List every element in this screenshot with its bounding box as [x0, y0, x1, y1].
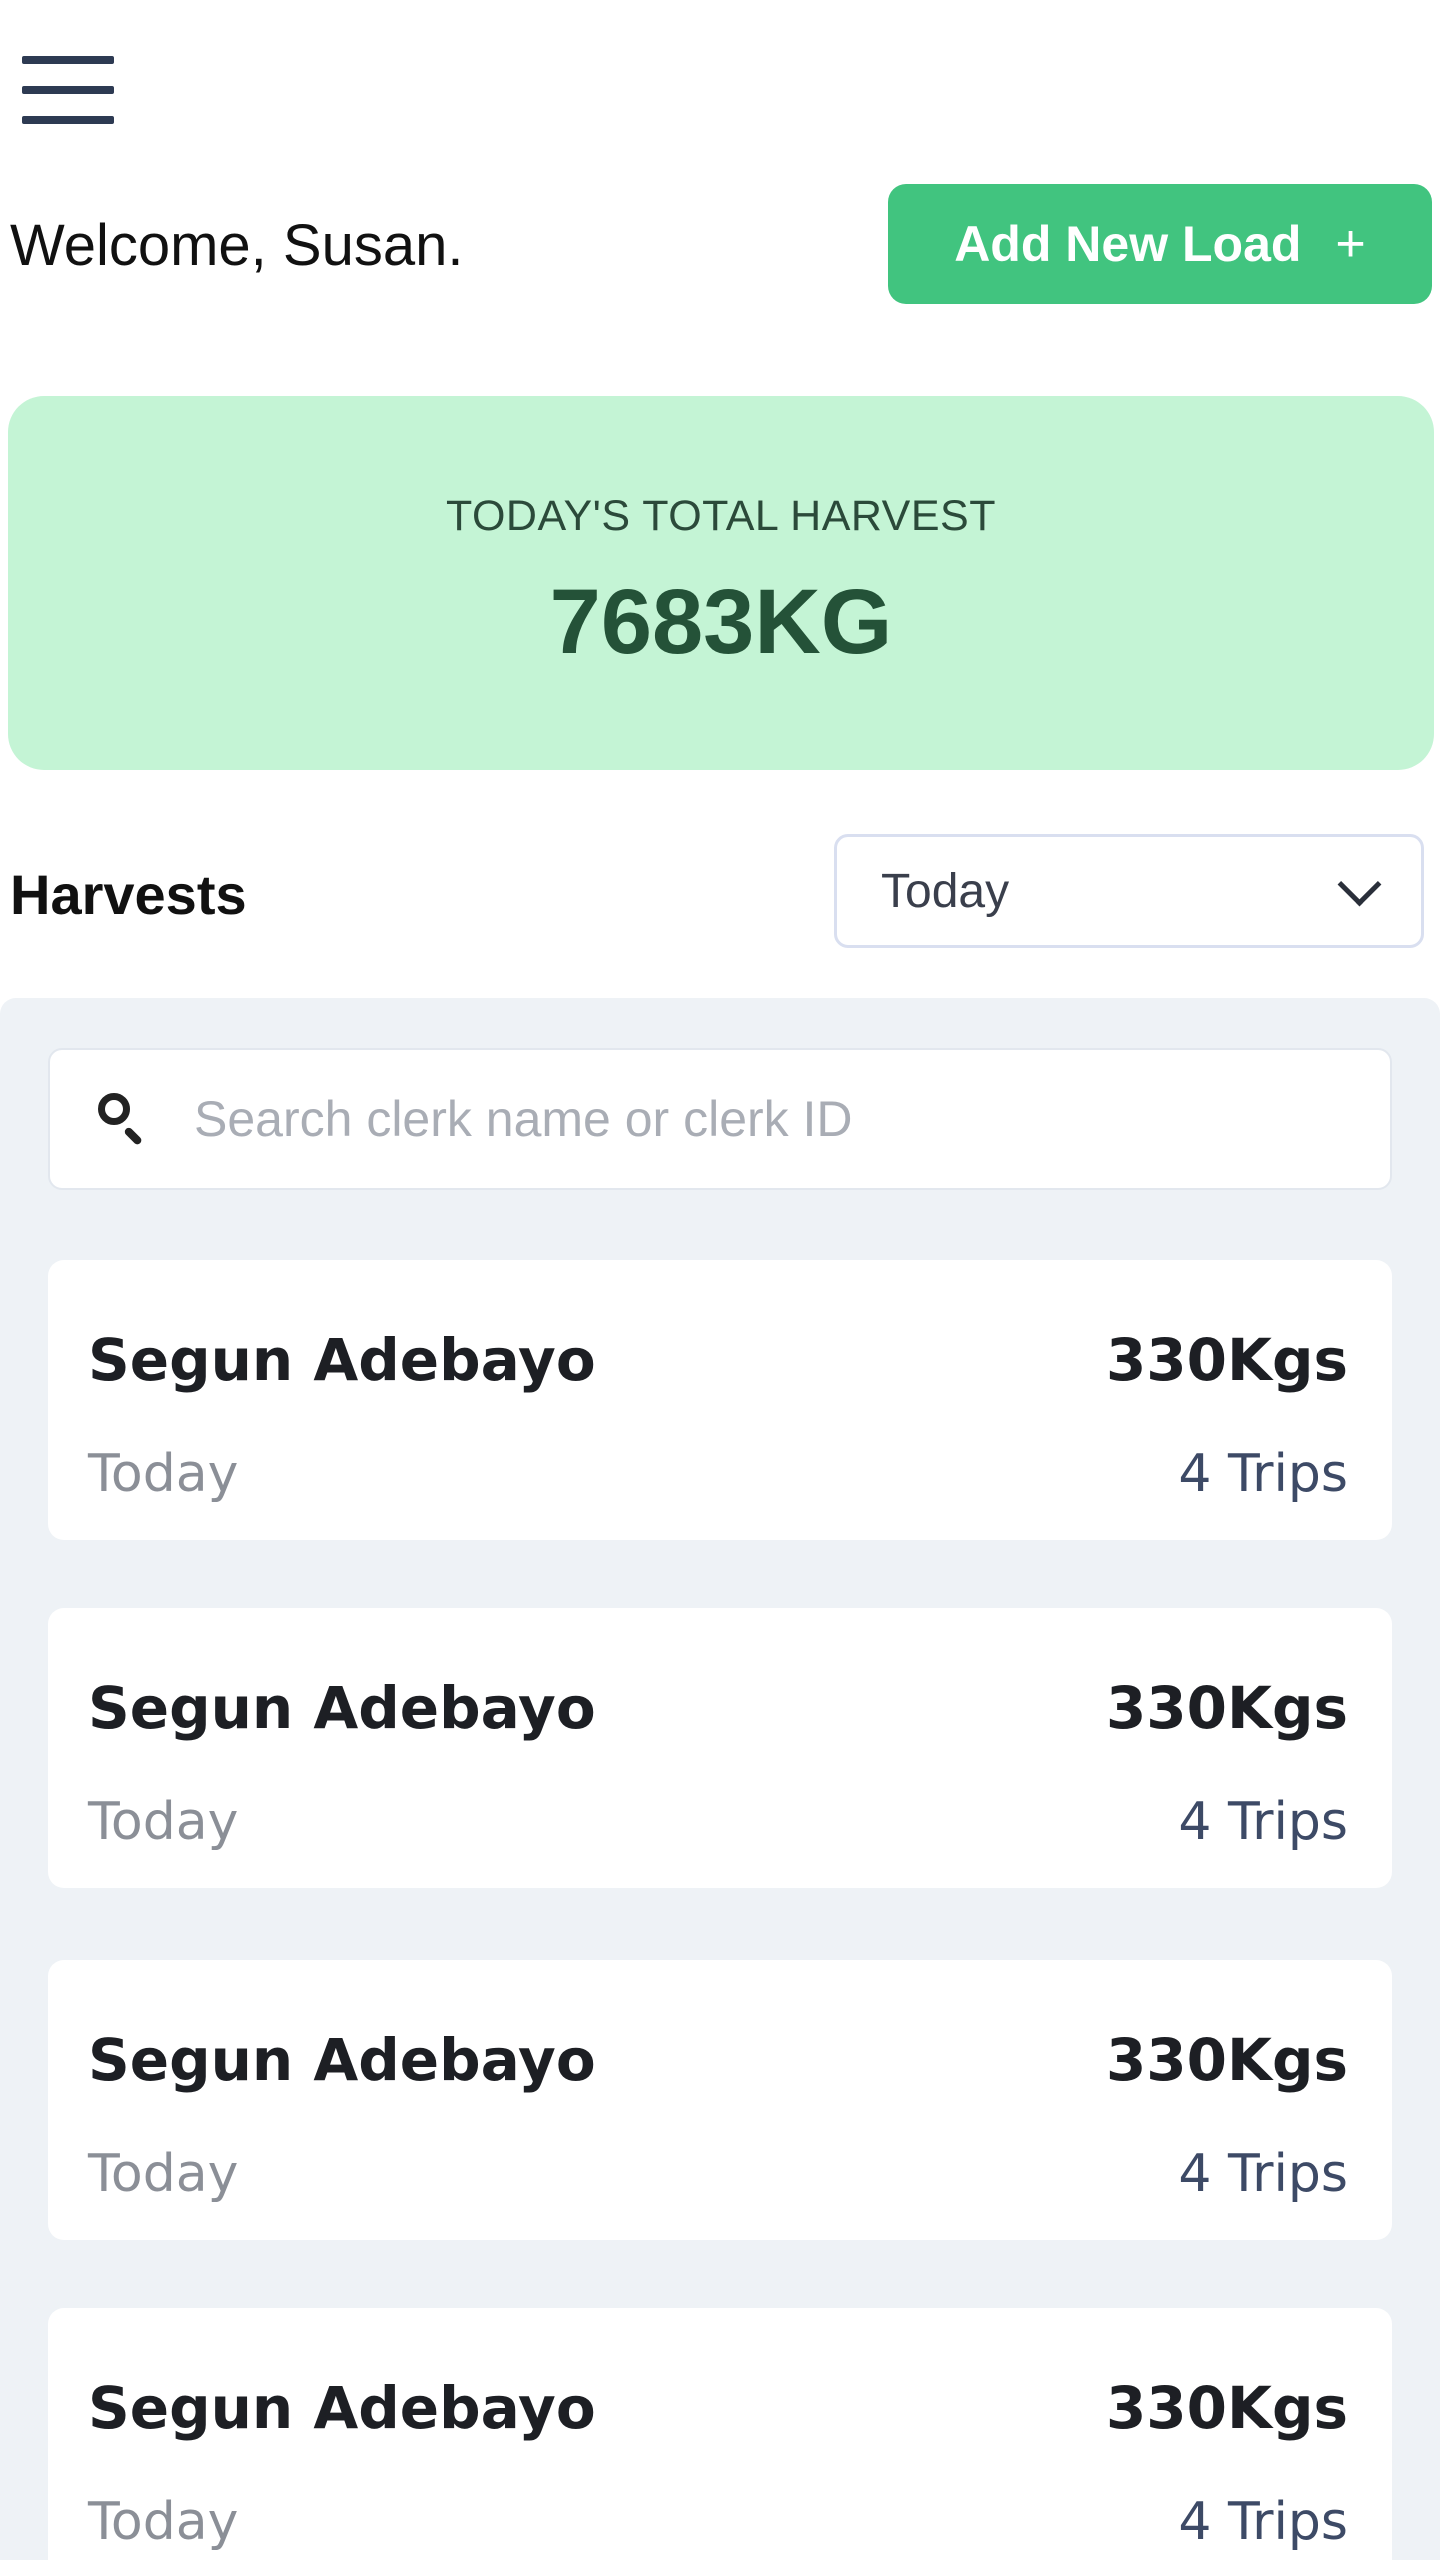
harvest-date: Today — [88, 2144, 239, 2204]
clerk-name: Segun Adebayo — [88, 2026, 596, 2094]
harvest-card[interactable]: Segun Adebayo 330Kgs Today 4 Trips — [48, 1608, 1392, 1888]
add-new-load-button[interactable]: Add New Load + — [888, 184, 1432, 304]
hamburger-line — [22, 86, 114, 94]
hamburger-line — [22, 116, 114, 124]
plus-icon: + — [1335, 215, 1366, 273]
trip-count: 4 Trips — [1178, 1792, 1348, 1852]
add-new-load-label: Add New Load — [954, 216, 1302, 272]
harvest-card[interactable]: Segun Adebayo 330Kgs Today 4 Trips — [48, 1960, 1392, 2240]
hamburger-line — [22, 56, 114, 64]
harvest-date: Today — [88, 1444, 239, 1504]
harvest-weight: 330Kgs — [1105, 2374, 1348, 2442]
clerk-name: Segun Adebayo — [88, 1674, 596, 1742]
harvest-date: Today — [88, 1792, 239, 1852]
harvest-weight: 330Kgs — [1105, 1674, 1348, 1742]
hamburger-menu-icon[interactable] — [22, 56, 114, 124]
total-harvest-label: TODAY'S TOTAL HARVEST — [446, 492, 996, 540]
harvest-weight: 330Kgs — [1105, 1326, 1348, 1394]
trip-count: 4 Trips — [1178, 2492, 1348, 2552]
search-icon — [96, 1091, 152, 1147]
harvest-card[interactable]: Segun Adebayo 330Kgs Today 4 Trips — [48, 2308, 1392, 2560]
harvest-date: Today — [88, 2492, 239, 2552]
total-harvest-value: 7683KG — [549, 571, 893, 673]
clerk-name: Segun Adebayo — [88, 2374, 596, 2442]
harvest-card[interactable]: Segun Adebayo 330Kgs Today 4 Trips — [48, 1260, 1392, 1540]
date-filter-dropdown[interactable]: Today — [834, 834, 1424, 948]
welcome-message: Welcome, Susan. — [10, 213, 464, 278]
chevron-down-icon — [1337, 862, 1382, 906]
search-input[interactable] — [192, 1089, 1346, 1149]
search-field[interactable] — [48, 1048, 1392, 1190]
trip-count: 4 Trips — [1178, 1444, 1348, 1504]
date-filter-selected-value: Today — [881, 864, 1010, 918]
clerk-name: Segun Adebayo — [88, 1326, 596, 1394]
harvest-weight: 330Kgs — [1105, 2026, 1348, 2094]
trip-count: 4 Trips — [1178, 2144, 1348, 2204]
harvests-section-title: Harvests — [10, 863, 247, 926]
